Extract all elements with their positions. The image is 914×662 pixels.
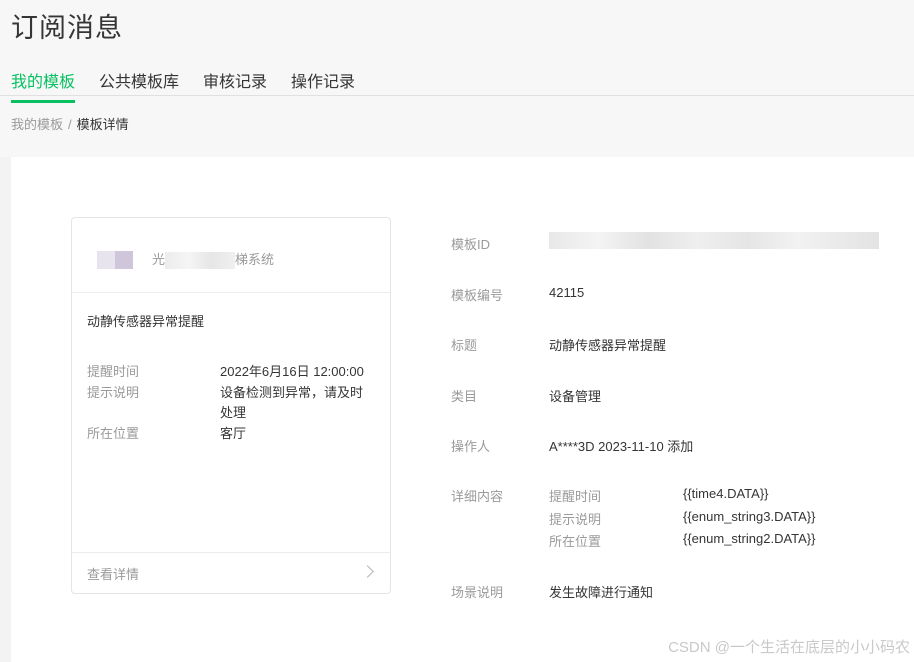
tab-public-library[interactable]: 公共模板库: [99, 68, 179, 92]
watermark: CSDN @一个生活在底层的小小码农: [668, 639, 910, 656]
detail-value: 42115: [549, 285, 585, 300]
card-field-row: 提醒时间 2022年6月16日 12:00:00: [87, 362, 377, 382]
card-footer[interactable]: 查看详情: [72, 552, 390, 593]
template-preview-card: 光 梯系统 动静传感器异常提醒 提醒时间 2022年6月16日 12:00:00 …: [71, 217, 391, 594]
account-logo: [97, 251, 133, 269]
card-field-label: 提醒时间: [87, 364, 140, 379]
account-name-prefix: 光: [152, 252, 166, 267]
tab-bar: 我的模板 公共模板库 审核记录 操作记录: [0, 56, 914, 103]
redacted-template-id: [549, 232, 879, 249]
card-fields: 提醒时间 2022年6月16日 12:00:00 提示说明 设备检测到异常，请及…: [87, 362, 377, 445]
tab-my-templates[interactable]: 我的模板: [11, 68, 76, 103]
content-value: {{enum_string2.DATA}}: [683, 531, 816, 546]
card-field-row: 所在位置 客厅: [87, 424, 377, 444]
detail-label: 模板编号: [451, 288, 504, 303]
detail-label: 模板ID: [451, 237, 491, 252]
content-key: 提示说明: [549, 512, 602, 527]
detail-label: 操作人: [451, 439, 491, 454]
detail-value: 设备管理: [549, 389, 602, 404]
detail-label: 标题: [451, 338, 478, 353]
detail-value: 动静传感器异常提醒: [549, 338, 667, 353]
breadcrumb-separator: /: [68, 117, 72, 132]
detail-value: 发生故障进行通知: [549, 585, 654, 600]
tab-review-records[interactable]: 审核记录: [203, 68, 267, 92]
breadcrumb-parent[interactable]: 我的模板: [11, 117, 63, 132]
card-field-value: 设备检测到异常，请及时处理: [220, 385, 364, 420]
breadcrumb: 我的模板 / 模板详情: [11, 114, 129, 133]
card-field-label: 提示说明: [87, 385, 140, 400]
detail-label: 类目: [451, 389, 478, 404]
card-field-label: 所在位置: [87, 426, 140, 441]
redacted-blur: [165, 252, 236, 270]
card-header: 光 梯系统: [72, 218, 390, 293]
card-field-value: 2022年6月16日 12:00:00: [220, 364, 364, 379]
main-panel: 光 梯系统 动静传感器异常提醒 提醒时间 2022年6月16日 12:00:00 …: [11, 157, 914, 662]
breadcrumb-current: 模板详情: [76, 117, 129, 132]
content-key: 所在位置: [549, 534, 602, 549]
header-area: 订阅消息 我的模板 公共模板库 审核记录 操作记录 我的模板 / 模板详情: [0, 0, 914, 157]
content-key: 提醒时间: [549, 489, 602, 504]
detail-label: 详细内容: [451, 489, 504, 504]
account-name: 光 梯系统: [152, 249, 275, 270]
card-title: 动静传感器异常提醒: [87, 314, 205, 329]
detail-value: A****3D 2023-11-10 添加: [549, 439, 694, 454]
template-details: 模板ID 模板编号 42115 标题 动静传感器异常提醒 类目 设备管理 操作人…: [451, 157, 914, 662]
content-value: {{enum_string3.DATA}}: [683, 509, 816, 524]
chevron-right-icon[interactable]: [361, 565, 374, 578]
page-title: 订阅消息: [11, 13, 123, 43]
card-field-row: 提示说明 设备检测到异常，请及时处理: [87, 383, 377, 423]
detail-label: 场景说明: [451, 585, 504, 600]
account-name-suffix: 梯系统: [235, 252, 275, 267]
view-details-link[interactable]: 查看详情: [87, 564, 139, 583]
content-value: {{time4.DATA}}: [683, 486, 769, 501]
card-field-value: 客厅: [220, 426, 247, 441]
tab-operation-records[interactable]: 操作记录: [291, 68, 355, 92]
